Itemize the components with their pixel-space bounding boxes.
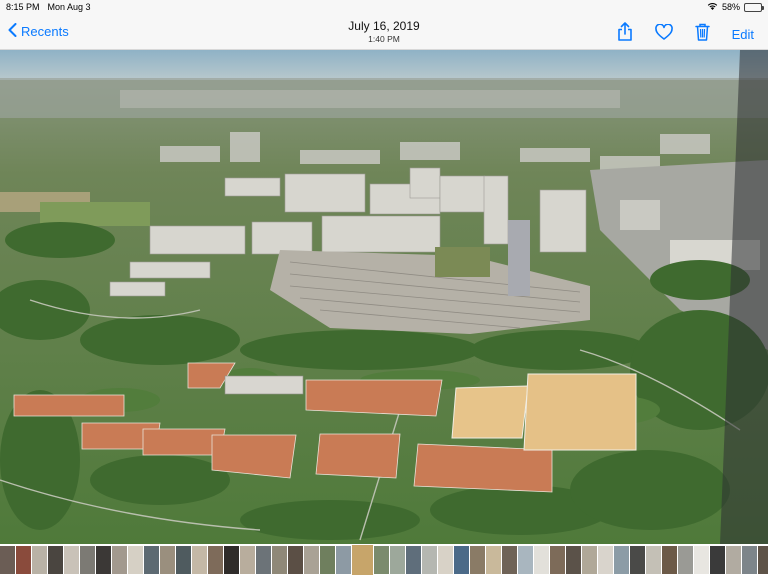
thumbnail[interactable] bbox=[32, 546, 47, 574]
thumbnail[interactable] bbox=[208, 546, 223, 574]
status-date: Mon Aug 3 bbox=[47, 2, 91, 12]
thumbnail[interactable] bbox=[16, 546, 31, 574]
thumbnail[interactable] bbox=[96, 546, 111, 574]
delete-button[interactable] bbox=[694, 23, 710, 46]
thumbnail[interactable] bbox=[438, 546, 453, 574]
thumbnail[interactable] bbox=[534, 546, 549, 574]
thumbnail[interactable] bbox=[64, 546, 79, 574]
thumbnail[interactable] bbox=[176, 546, 191, 574]
thumbnail[interactable] bbox=[0, 546, 15, 574]
status-bar: 8:15 PM Mon Aug 3 58% bbox=[0, 0, 768, 14]
favorite-button[interactable] bbox=[654, 22, 673, 45]
thumbnail[interactable] bbox=[256, 546, 271, 574]
thumbnail[interactable] bbox=[224, 546, 239, 574]
thumbnail[interactable] bbox=[240, 546, 255, 574]
thumbnail[interactable] bbox=[320, 546, 335, 574]
thumbnail-strip[interactable] bbox=[0, 544, 768, 576]
thumbnail[interactable] bbox=[694, 546, 709, 574]
main-photo[interactable] bbox=[0, 50, 768, 544]
thumbnail[interactable] bbox=[582, 546, 597, 574]
thumbnail[interactable] bbox=[80, 546, 95, 574]
aerial-photo-image bbox=[0, 50, 768, 544]
battery-percent: 58% bbox=[721, 2, 740, 12]
battery-icon bbox=[744, 2, 764, 12]
thumbnail[interactable] bbox=[758, 546, 768, 574]
share-icon bbox=[617, 22, 633, 46]
thumbnail[interactable] bbox=[550, 546, 565, 574]
thumbnail[interactable] bbox=[598, 546, 613, 574]
thumbnail[interactable] bbox=[422, 546, 437, 574]
thumbnail[interactable] bbox=[502, 546, 517, 574]
thumbnail[interactable] bbox=[614, 546, 629, 574]
thumbnail[interactable] bbox=[160, 546, 175, 574]
thumbnail[interactable] bbox=[272, 546, 287, 574]
nav-bar: Recents July 16, 2019 1:40 PM Edit bbox=[0, 14, 768, 50]
thumbnail[interactable] bbox=[128, 546, 143, 574]
thumbnail[interactable] bbox=[192, 546, 207, 574]
trash-icon bbox=[694, 23, 710, 46]
edit-button[interactable]: Edit bbox=[732, 27, 754, 42]
heart-icon bbox=[654, 22, 673, 45]
thumbnail[interactable] bbox=[470, 546, 485, 574]
thumbnail[interactable] bbox=[288, 546, 303, 574]
thumbnail[interactable] bbox=[406, 546, 421, 574]
thumbnail[interactable] bbox=[646, 546, 661, 574]
thumbnail[interactable] bbox=[144, 546, 159, 574]
thumbnail[interactable] bbox=[112, 546, 127, 574]
thumbnail[interactable] bbox=[336, 546, 351, 574]
thumbnail-current[interactable] bbox=[351, 544, 374, 576]
thumbnail[interactable] bbox=[742, 546, 757, 574]
thumbnail[interactable] bbox=[48, 546, 63, 574]
thumbnail[interactable] bbox=[518, 546, 533, 574]
thumbnail[interactable] bbox=[304, 546, 319, 574]
thumbnail[interactable] bbox=[454, 546, 469, 574]
thumbnail[interactable] bbox=[390, 546, 405, 574]
thumbnail[interactable] bbox=[710, 546, 725, 574]
thumbnail[interactable] bbox=[630, 546, 645, 574]
thumbnail[interactable] bbox=[678, 546, 693, 574]
wifi-icon bbox=[707, 2, 718, 12]
thumbnail[interactable] bbox=[486, 546, 501, 574]
status-time: 8:15 PM bbox=[6, 2, 40, 12]
thumbnail[interactable] bbox=[662, 546, 677, 574]
thumbnail[interactable] bbox=[566, 546, 581, 574]
thumbnail[interactable] bbox=[374, 546, 389, 574]
thumbnail[interactable] bbox=[726, 546, 741, 574]
share-button[interactable] bbox=[617, 22, 633, 46]
